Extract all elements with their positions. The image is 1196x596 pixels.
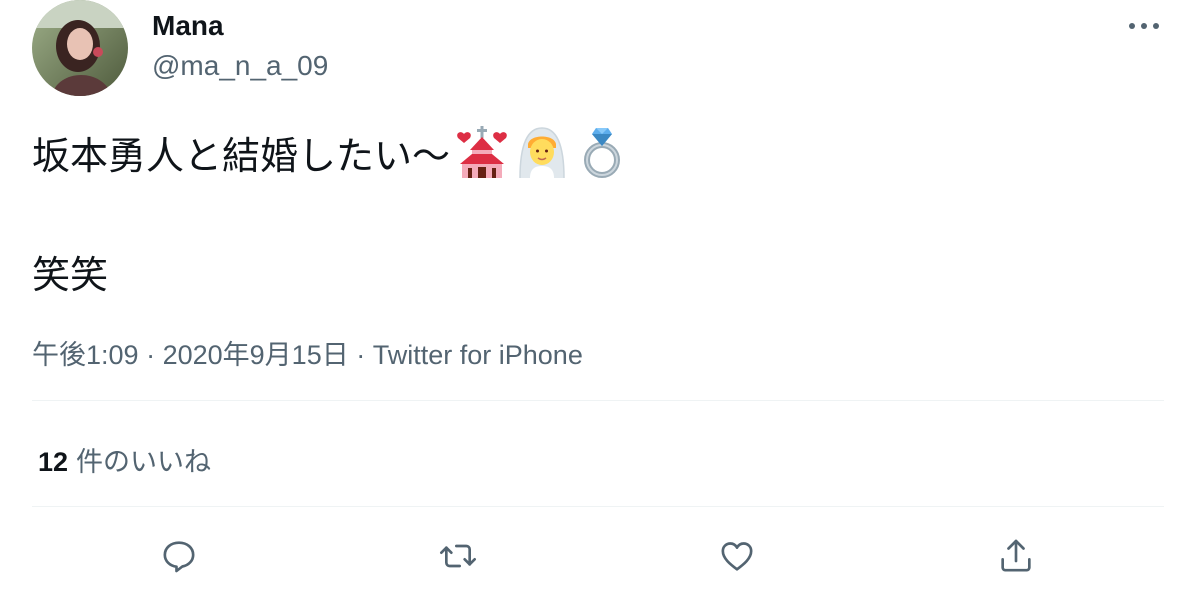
like-button[interactable] xyxy=(715,534,759,578)
meta-separator: · xyxy=(146,340,156,370)
likes-label: 件のいいね xyxy=(76,447,212,477)
tweet-time[interactable]: 午後1:09 xyxy=(32,340,139,370)
tweet-source[interactable]: Twitter for iPhone xyxy=(373,340,583,370)
ring-icon xyxy=(574,124,630,180)
more-options-button[interactable] xyxy=(1124,12,1164,40)
reply-icon xyxy=(163,541,195,573)
avatar[interactable] xyxy=(32,0,128,96)
likes-count: 12 xyxy=(38,447,69,477)
wedding-icon xyxy=(454,124,510,180)
like-icon xyxy=(721,542,753,571)
tweet-text-line1: 坂本勇人と結婚したい〜 xyxy=(32,124,630,180)
tweet-text-line2: 笑笑 xyxy=(32,255,109,297)
tweet-meta: 午後1:09 · 2020年9月15日 · Twitter for iPhone xyxy=(32,333,583,372)
meta-separator: · xyxy=(356,340,366,370)
more-dots-icon xyxy=(1129,23,1159,29)
likes-stat[interactable]: 12 件のいいね xyxy=(38,440,211,479)
reply-button[interactable] xyxy=(157,534,201,578)
share-icon xyxy=(1001,539,1031,572)
divider xyxy=(32,506,1164,507)
user-handle[interactable]: @ma_n_a_09 xyxy=(152,50,328,82)
retweet-button[interactable] xyxy=(436,534,480,578)
tweet-date[interactable]: 2020年9月15日 xyxy=(163,340,349,370)
retweet-icon xyxy=(440,544,476,568)
tweet-text: 坂本勇人と結婚したい〜 xyxy=(32,135,451,178)
bride-with-veil-icon xyxy=(514,124,570,180)
share-button[interactable] xyxy=(994,534,1038,578)
user-name[interactable]: Mana xyxy=(152,10,224,42)
divider xyxy=(32,400,1164,401)
